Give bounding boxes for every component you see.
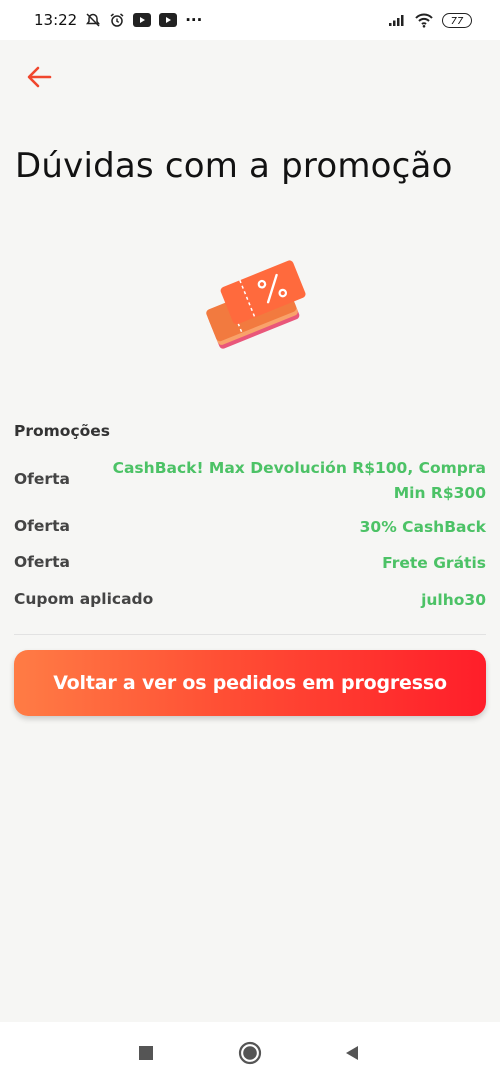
- status-bar: 13:22 ··· 77: [0, 0, 500, 40]
- coupon-value: julho30: [421, 591, 486, 609]
- circle-icon: [238, 1041, 262, 1065]
- alarm-clock-icon: [109, 12, 125, 28]
- alarm-off-icon: [85, 12, 101, 28]
- divider: [14, 634, 486, 635]
- promotion-row: Oferta Frete Grátis: [14, 551, 486, 576]
- recent-apps-button[interactable]: [133, 1040, 159, 1066]
- promotion-value: CashBack! Max Devolución R$100, Compra M…: [112, 459, 486, 502]
- status-left: 13:22 ···: [34, 0, 202, 40]
- youtube-icon-2: [159, 13, 178, 27]
- promotion-value: Frete Grátis: [382, 554, 486, 572]
- discount-ticket-icon: [194, 250, 306, 360]
- coupon-label: Cupom aplicado: [14, 590, 154, 608]
- promotion-row: Oferta 30% CashBack: [14, 515, 486, 540]
- promotion-label: Oferta: [14, 470, 70, 488]
- signal-icon: [388, 13, 406, 27]
- coupon-row: Cupom aplicado julho30: [14, 588, 486, 613]
- arrow-left-icon: [27, 66, 52, 88]
- square-icon: [139, 1046, 153, 1060]
- promotions-section-title: Promoções: [14, 422, 111, 440]
- promotion-label: Oferta: [14, 553, 70, 571]
- battery-icon: 77: [442, 12, 472, 28]
- back-to-orders-button[interactable]: Voltar a ver os pedidos em progresso: [14, 650, 486, 716]
- page-title: Dúvidas com a promoção: [15, 146, 453, 186]
- promotion-value: 30% CashBack: [359, 518, 486, 536]
- status-time: 13:22: [34, 11, 78, 29]
- wifi-icon: [414, 12, 434, 28]
- youtube-icon: [133, 13, 152, 27]
- system-nav-bar: [0, 1022, 500, 1082]
- promotion-row: Oferta CashBack! Max Devolución R$100, C…: [14, 456, 486, 506]
- status-right: 77: [388, 0, 472, 40]
- system-back-button[interactable]: [339, 1040, 365, 1066]
- promotion-label: Oferta: [14, 517, 70, 535]
- more-notifications-icon: ···: [185, 11, 203, 29]
- back-button[interactable]: [22, 60, 56, 94]
- home-button[interactable]: [237, 1040, 263, 1066]
- triangle-back-icon: [346, 1046, 358, 1060]
